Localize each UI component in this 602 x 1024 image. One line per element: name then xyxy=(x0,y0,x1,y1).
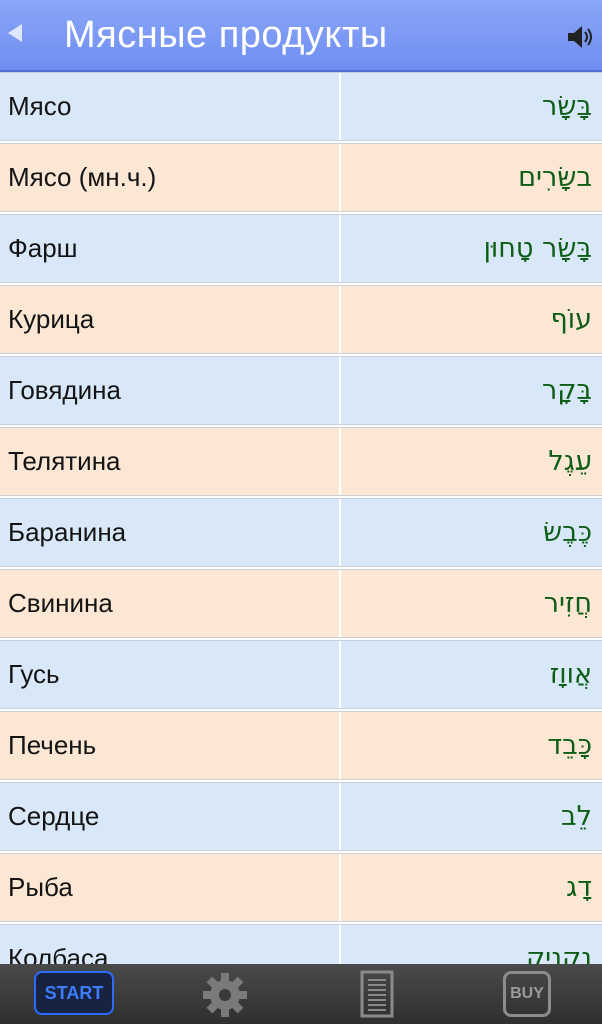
word-row[interactable]: Рыба דָג xyxy=(0,853,602,922)
russian-word: Мясо (мн.ч.) xyxy=(8,162,157,192)
word-list: Мясо בָּשָׂר Мясо (мн.ч.) בשָּׂרִים Фарш בָּש… xyxy=(0,72,602,964)
word-row[interactable]: Телятина עֵגֶל xyxy=(0,427,602,496)
tab-bar: START BUY xyxy=(0,964,602,1024)
column-divider xyxy=(339,499,341,566)
russian-word: Гусь xyxy=(8,659,60,689)
column-divider xyxy=(339,286,341,353)
word-row[interactable]: Мясо בָּשָׂר xyxy=(0,72,602,141)
russian-word: Баранина xyxy=(8,517,127,547)
russian-word: Печень xyxy=(8,730,97,760)
word-row[interactable]: Мясо (мн.ч.) בשָּׂרִים xyxy=(0,143,602,212)
russian-word: Рыба xyxy=(8,872,73,902)
hebrew-word: כֶּבֶשׂ xyxy=(542,517,592,548)
word-row[interactable]: Колбаса נַקנִיק xyxy=(0,924,602,964)
hebrew-word: בָּשָׂר xyxy=(542,91,592,122)
gear-icon[interactable] xyxy=(200,970,250,1020)
speaker-icon[interactable] xyxy=(566,22,596,52)
document-icon[interactable] xyxy=(360,970,394,1018)
russian-word: Фарш xyxy=(8,233,78,263)
word-row[interactable]: Гусь אֲווָז xyxy=(0,640,602,709)
russian-word: Сердце xyxy=(8,801,100,831)
russian-word: Свинина xyxy=(8,588,113,618)
back-arrow-icon[interactable] xyxy=(8,24,22,42)
russian-word: Мясо xyxy=(8,91,72,121)
column-divider xyxy=(339,73,341,140)
column-divider xyxy=(339,428,341,495)
hebrew-word: חֲזִיר xyxy=(543,588,592,619)
word-row[interactable]: Баранина כֶּבֶשׂ xyxy=(0,498,602,567)
word-row[interactable]: Фарш בָּשָׂר טָחוּן xyxy=(0,214,602,283)
hebrew-word: כָּבֵד xyxy=(547,730,592,761)
hebrew-word: בָּשָׂר טָחוּן xyxy=(483,233,592,264)
nav-header: Мясные продукты xyxy=(0,0,602,72)
column-divider xyxy=(339,712,341,779)
russian-word: Говядина xyxy=(8,375,121,405)
word-row[interactable]: Печень כָּבֵד xyxy=(0,711,602,780)
page-title: Мясные продукты xyxy=(64,14,388,56)
hebrew-word: בָּקָר xyxy=(541,375,592,406)
column-divider xyxy=(339,215,341,282)
buy-button[interactable]: BUY xyxy=(503,971,551,1017)
hebrew-word: לֵב xyxy=(561,801,592,832)
hebrew-word: נַקנִיק xyxy=(526,943,592,964)
russian-word: Телятина xyxy=(8,446,121,476)
hebrew-word: בשָּׂרִים xyxy=(518,162,592,193)
word-row[interactable]: Свинина חֲזִיר xyxy=(0,569,602,638)
hebrew-word: עוֹף xyxy=(550,304,592,335)
start-button[interactable]: START xyxy=(34,971,114,1015)
russian-word: Курица xyxy=(8,304,95,334)
hebrew-word: אֲווָז xyxy=(549,659,592,690)
russian-word: Колбаса xyxy=(8,943,109,964)
column-divider xyxy=(339,144,341,211)
column-divider xyxy=(339,570,341,637)
column-divider xyxy=(339,783,341,850)
column-divider xyxy=(339,854,341,921)
word-row[interactable]: Говядина בָּקָר xyxy=(0,356,602,425)
column-divider xyxy=(339,925,341,964)
column-divider xyxy=(339,641,341,708)
column-divider xyxy=(339,357,341,424)
word-row[interactable]: Сердце לֵב xyxy=(0,782,602,851)
hebrew-word: דָג xyxy=(566,872,592,903)
hebrew-word: עֵגֶל xyxy=(548,446,592,477)
word-row[interactable]: Курица עוֹף xyxy=(0,285,602,354)
